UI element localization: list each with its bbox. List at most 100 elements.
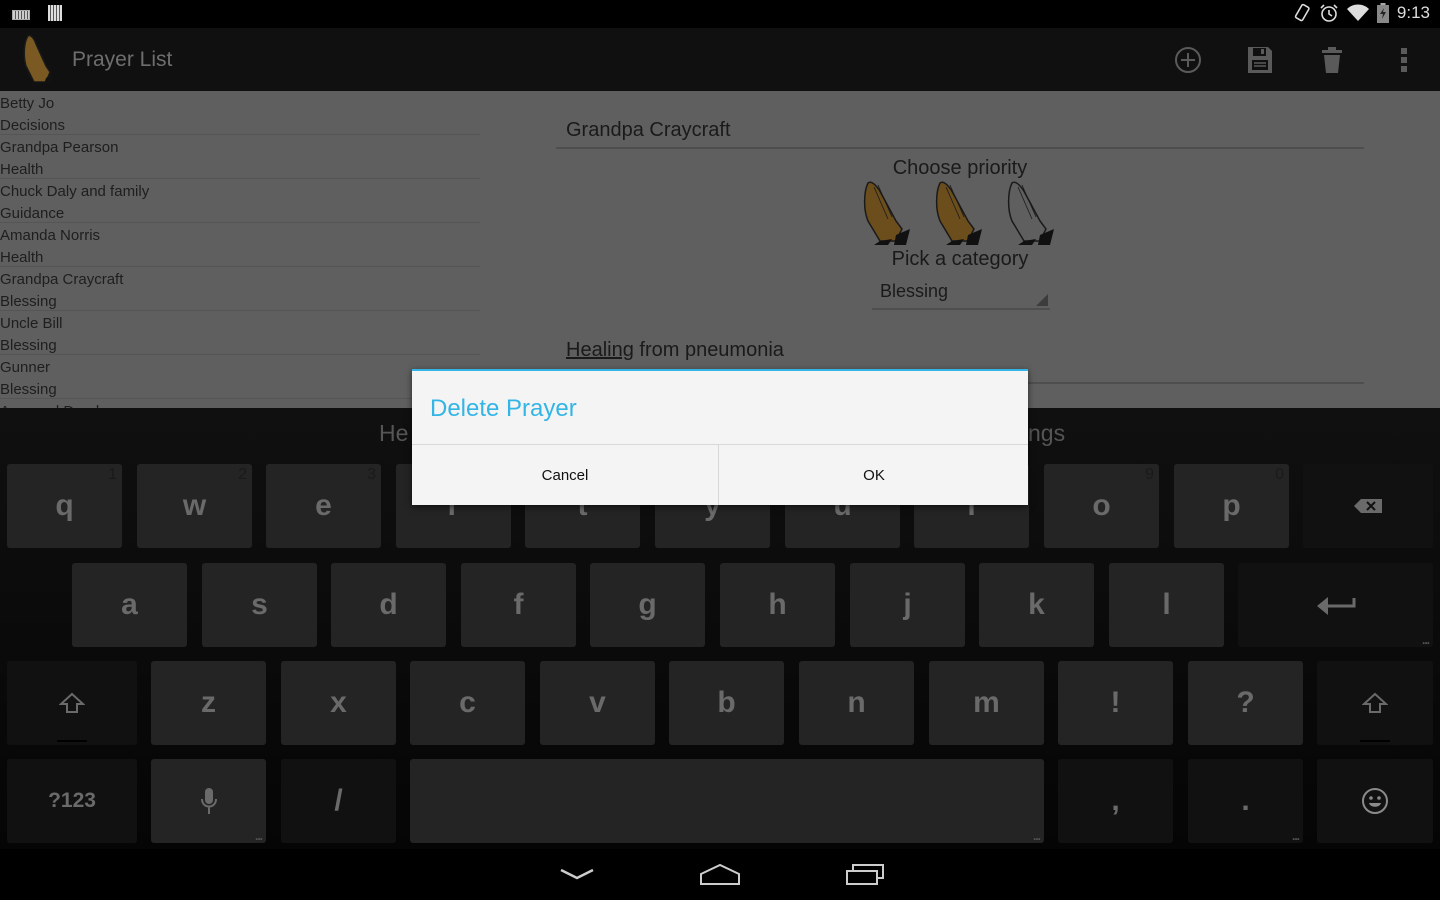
key-n[interactable]: n bbox=[799, 661, 914, 745]
more-keys-indicator: ... bbox=[254, 829, 263, 843]
key-label: ?123 bbox=[48, 789, 96, 812]
back-icon bbox=[560, 868, 594, 880]
add-circle-icon bbox=[1175, 47, 1201, 73]
key-v[interactable]: v bbox=[540, 661, 655, 745]
key-label: c bbox=[459, 686, 476, 719]
key-comma[interactable]: , bbox=[1058, 759, 1173, 843]
shift-key-right[interactable] bbox=[1317, 661, 1433, 745]
key-label: j bbox=[903, 588, 912, 621]
more-keys-indicator: ... bbox=[1291, 829, 1300, 843]
shift-key-left[interactable] bbox=[7, 661, 137, 745]
key-q[interactable]: q1 bbox=[7, 464, 122, 548]
prayer-list[interactable]: Betty Jo Decisions Grandpa Pearson Healt… bbox=[0, 91, 480, 408]
key-g[interactable]: g bbox=[590, 563, 705, 647]
list-item[interactable]: Grandpa Craycraft Blessing bbox=[0, 267, 480, 311]
key-d[interactable]: d bbox=[331, 563, 446, 647]
key-w[interactable]: w2 bbox=[137, 464, 252, 548]
prayer-name: Betty Jo bbox=[0, 95, 55, 112]
key-l[interactable]: l bbox=[1109, 563, 1224, 647]
navigation-bar bbox=[0, 849, 1440, 900]
list-item[interactable]: Gunner Blessing bbox=[0, 355, 480, 399]
prayer-name: Chuck Daly and family bbox=[0, 183, 150, 200]
key-slash[interactable]: / bbox=[281, 759, 396, 843]
prayer-title-input[interactable]: Grandpa Craycraft bbox=[556, 119, 1364, 149]
key-label: l bbox=[1162, 588, 1171, 621]
overflow-menu-button[interactable] bbox=[1386, 42, 1422, 78]
list-item[interactable]: Amy and Derek bbox=[0, 399, 480, 408]
list-item[interactable]: Uncle Bill Blessing bbox=[0, 311, 480, 355]
praying-hands-app-icon[interactable] bbox=[20, 32, 56, 93]
list-item[interactable]: Grandpa Pearson Health bbox=[0, 135, 480, 179]
shift-indicator bbox=[1360, 740, 1390, 742]
prayer-category: Health bbox=[0, 249, 44, 266]
category-dropdown[interactable]: Blessing bbox=[872, 281, 1050, 310]
prayer-category: Decisions bbox=[0, 117, 66, 134]
key-period[interactable]: .... bbox=[1188, 759, 1303, 843]
priority-selector[interactable] bbox=[862, 179, 1060, 245]
priority-label: Choose priority bbox=[892, 157, 1028, 179]
key-k[interactable]: k bbox=[979, 563, 1094, 647]
key-z[interactable]: z bbox=[151, 661, 266, 745]
key-hint: 1 bbox=[108, 466, 117, 483]
prayer-name: Amy and Derek bbox=[0, 401, 480, 408]
symbols-key[interactable]: ?123 bbox=[7, 759, 137, 843]
praying-hands-empty-icon[interactable] bbox=[1006, 179, 1060, 245]
key-label: / bbox=[334, 784, 343, 817]
category-label: Pick a category bbox=[891, 248, 1029, 270]
key-c[interactable]: c bbox=[410, 661, 525, 745]
key-label: f bbox=[513, 588, 524, 621]
space-key[interactable]: ... bbox=[410, 759, 1044, 843]
key-e[interactable]: e3 bbox=[266, 464, 381, 548]
suggestion-right[interactable]: ngs bbox=[1028, 420, 1065, 447]
key-f[interactable]: f bbox=[461, 563, 576, 647]
content-area: Betty Jo Decisions Grandpa Pearson Healt… bbox=[0, 91, 1440, 408]
key-exclamation[interactable]: ! bbox=[1058, 661, 1173, 745]
delete-prayer-button[interactable] bbox=[1314, 42, 1350, 78]
praying-hands-filled-icon[interactable] bbox=[934, 179, 988, 245]
trash-icon bbox=[1322, 47, 1342, 73]
more-keys-indicator: ... bbox=[1421, 633, 1430, 647]
key-label: b bbox=[717, 686, 736, 719]
emoji-key[interactable] bbox=[1317, 759, 1433, 843]
key-m[interactable]: m bbox=[929, 661, 1044, 745]
key-hint: 3 bbox=[367, 466, 376, 483]
key-a[interactable]: a bbox=[72, 563, 187, 647]
cancel-button[interactable]: Cancel bbox=[412, 445, 719, 505]
key-hint: 9 bbox=[1145, 466, 1154, 483]
home-button[interactable] bbox=[695, 859, 745, 889]
enter-key[interactable]: ... bbox=[1238, 563, 1433, 647]
delete-prayer-dialog: Delete Prayer Cancel OK bbox=[412, 369, 1028, 505]
key-b[interactable]: b bbox=[669, 661, 784, 745]
key-o[interactable]: o9 bbox=[1044, 464, 1159, 548]
prayer-category: Blessing bbox=[0, 337, 57, 354]
microphone-key[interactable]: ... bbox=[151, 759, 266, 843]
add-prayer-button[interactable] bbox=[1170, 42, 1206, 78]
microphone-icon bbox=[200, 787, 217, 815]
more-vertical-icon bbox=[1401, 48, 1407, 72]
notes-text: from pneumonia bbox=[633, 339, 784, 361]
recent-apps-button[interactable] bbox=[840, 859, 890, 889]
status-bar: 9:13 bbox=[0, 0, 1440, 28]
list-item[interactable]: Amanda Norris Health bbox=[0, 223, 480, 267]
list-item[interactable]: Betty Jo Decisions bbox=[0, 91, 480, 135]
list-item[interactable]: Chuck Daly and family Guidance bbox=[0, 179, 480, 223]
key-hint: 0 bbox=[1275, 466, 1284, 483]
key-h[interactable]: h bbox=[720, 563, 835, 647]
key-question[interactable]: ? bbox=[1188, 661, 1303, 745]
status-time: 9:13 bbox=[1396, 3, 1430, 22]
back-button[interactable] bbox=[552, 859, 602, 889]
praying-hands-filled-icon[interactable] bbox=[862, 179, 916, 245]
prayer-name: Grandpa Craycraft bbox=[0, 271, 124, 288]
key-p[interactable]: p0 bbox=[1174, 464, 1289, 548]
key-x[interactable]: x bbox=[281, 661, 396, 745]
key-s[interactable]: s bbox=[202, 563, 317, 647]
ok-button[interactable]: OK bbox=[720, 445, 1028, 505]
save-prayer-button[interactable] bbox=[1242, 42, 1278, 78]
key-j[interactable]: j bbox=[850, 563, 965, 647]
key-label: m bbox=[973, 686, 1000, 719]
suggestion-left[interactable]: He bbox=[379, 420, 408, 447]
backspace-key[interactable] bbox=[1303, 464, 1433, 548]
battery-charging-icon bbox=[1376, 3, 1389, 23]
prayer-category: Health bbox=[0, 161, 44, 178]
key-label: q bbox=[55, 489, 74, 522]
